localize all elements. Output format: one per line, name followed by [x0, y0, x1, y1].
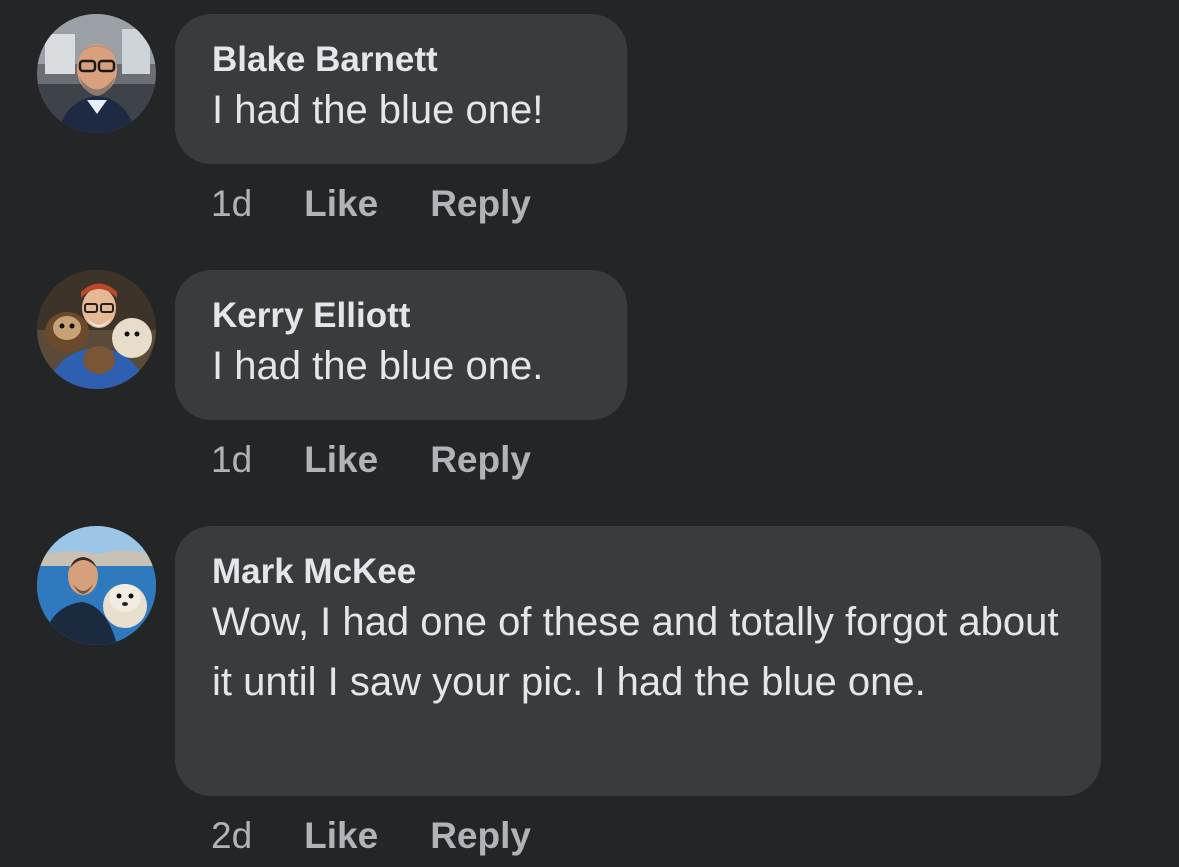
reply-button[interactable]: Reply: [430, 814, 531, 858]
comment-bubble: Kerry Elliott I had the blue one.: [175, 270, 627, 420]
comment-text: I had the blue one.: [212, 344, 544, 388]
reply-button[interactable]: Reply: [430, 182, 531, 226]
comment-actions: 2d Like Reply: [211, 814, 531, 858]
like-button[interactable]: Like: [304, 182, 378, 226]
comment-text: Wow, I had one of these and totally forg…: [212, 600, 1059, 704]
comment-author[interactable]: Kerry Elliott: [212, 296, 591, 336]
reply-button[interactable]: Reply: [430, 438, 531, 482]
profile-photo-icon: [37, 14, 156, 133]
profile-photo-icon: [37, 270, 156, 389]
comment-actions: 1d Like Reply: [211, 182, 531, 226]
comment-text: I had the blue one!: [212, 88, 544, 132]
like-button[interactable]: Like: [304, 438, 378, 482]
comment-bubble: Mark McKee Wow, I had one of these and t…: [175, 526, 1101, 796]
comment-bubble: Blake Barnett I had the blue one!: [175, 14, 627, 164]
comment-timestamp[interactable]: 1d: [211, 182, 252, 226]
comment-timestamp[interactable]: 1d: [211, 438, 252, 482]
avatar[interactable]: [37, 270, 156, 389]
like-button[interactable]: Like: [304, 814, 378, 858]
comment-actions: 1d Like Reply: [211, 438, 531, 482]
avatar[interactable]: [37, 14, 156, 133]
comment-author[interactable]: Blake Barnett: [212, 40, 591, 80]
avatar[interactable]: [37, 526, 156, 645]
comment-author[interactable]: Mark McKee: [212, 552, 1065, 592]
comment-timestamp[interactable]: 2d: [211, 814, 252, 858]
profile-photo-icon: [37, 526, 156, 645]
